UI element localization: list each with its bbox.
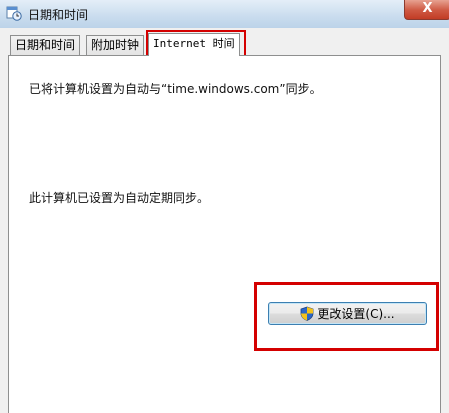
title-bar: 日期和时间 X <box>0 0 449 28</box>
uac-shield-icon <box>301 306 314 321</box>
window-title: 日期和时间 <box>28 8 89 22</box>
internet-time-panel: 已将计算机设置为自动与“time.windows.com”同步。 此计算机已设置… <box>8 55 441 413</box>
change-settings-label: 更改设置(C)... <box>317 307 395 321</box>
tab-additional-clocks[interactable]: 附加时钟 <box>86 35 145 56</box>
change-settings-button[interactable]: 更改设置(C)... <box>268 302 427 325</box>
close-icon: X <box>422 1 433 16</box>
calendar-clock-icon <box>6 6 22 21</box>
sync-status-text: 已将计算机设置为自动与“time.windows.com”同步。 <box>29 82 322 96</box>
tab-date-and-time[interactable]: 日期和时间 <box>10 35 81 56</box>
tab-internet-time[interactable]: Internet 时间 <box>148 33 240 56</box>
schedule-status-text: 此计算机已设置为自动定期同步。 <box>29 191 210 205</box>
close-button[interactable]: X <box>404 0 449 20</box>
